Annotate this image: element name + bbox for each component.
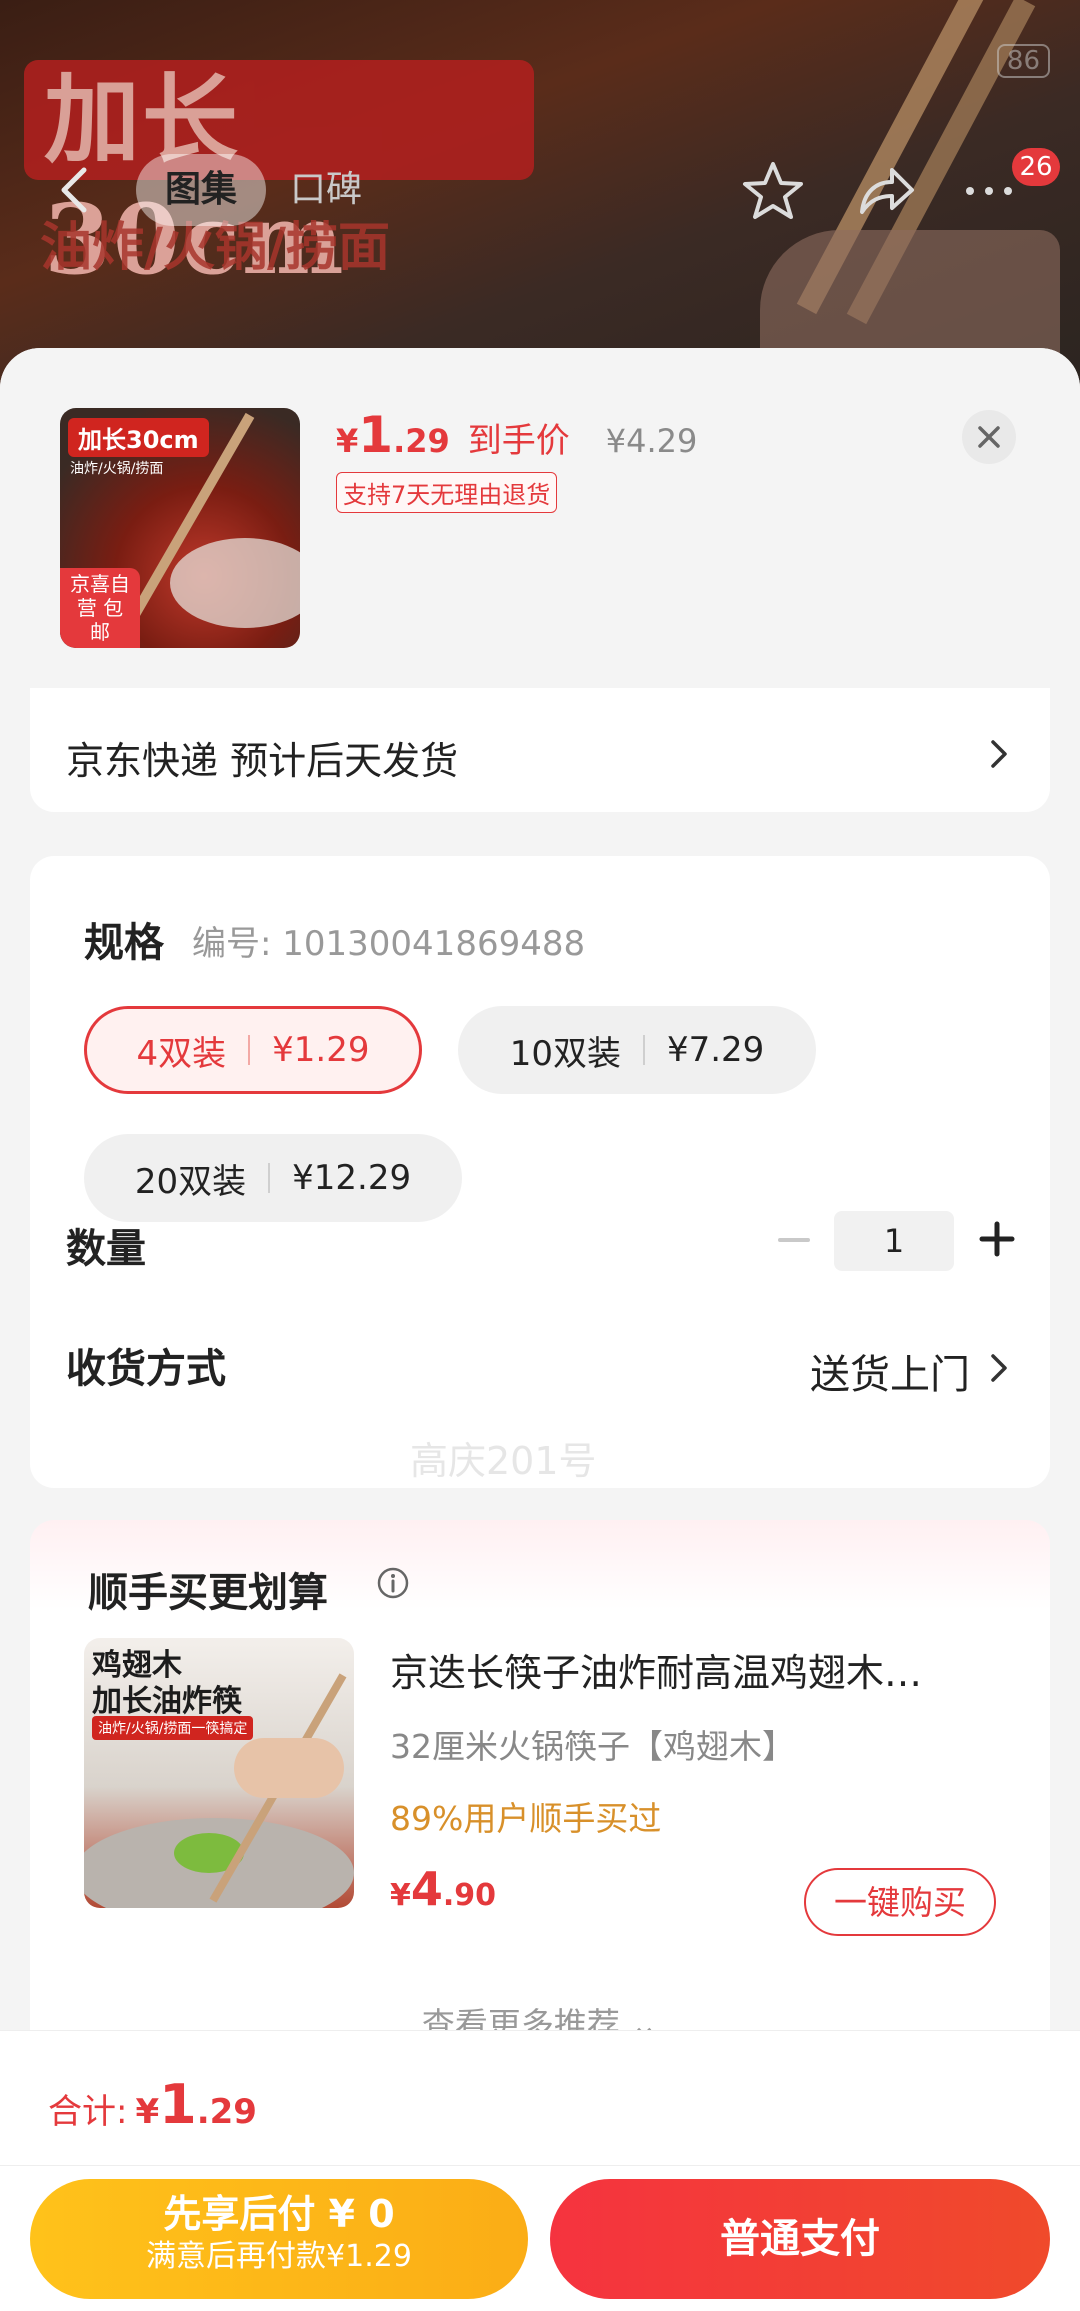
checkout-footer: 合计: ¥ 1 .29 先享后付 ¥ 0 满意后再付款¥1.29 普通支付: [0, 2030, 1080, 2311]
hand-decor: [234, 1738, 344, 1798]
one-click-buy-button[interactable]: 一键购买: [804, 1868, 996, 1936]
tab-gallery[interactable]: 图集: [136, 154, 266, 226]
quantity-increase-button[interactable]: [978, 1220, 1016, 1258]
delivery-method-value[interactable]: 送货上门: [810, 1342, 970, 1400]
price-row: ¥1.29 到手价 ¥4.29: [336, 406, 697, 464]
chevron-right-icon[interactable]: [988, 1350, 1010, 1386]
shipping-card[interactable]: 京东快递 预计后天发货: [30, 668, 1050, 812]
recommendation-purchase-rate: 89%用户顺手买过: [390, 1799, 662, 1838]
purchase-sheet: 加长30cm 油炸/火锅/捞面 京喜自营 包邮 ¥1.29 到手价 ¥4.29 …: [0, 348, 1080, 2310]
status-bar: 86: [996, 44, 1050, 78]
recommendation-image[interactable]: 鸡翅木 加长油炸筷 油炸/火锅/捞面一筷搞定: [84, 1638, 354, 1908]
final-price-label: 到手价: [467, 421, 570, 461]
chevron-right-icon: [991, 740, 1007, 768]
quantity-label: 数量: [66, 1226, 146, 1272]
spec-option-20[interactable]: 20双装 ¥12.29: [84, 1134, 462, 1222]
thumb-title: 加长30cm: [68, 418, 209, 457]
delivery-method-label: 收货方式: [66, 1346, 226, 1392]
share-icon[interactable]: [852, 158, 918, 224]
sheet-header: 加长30cm 油炸/火锅/捞面 京喜自营 包邮 ¥1.29 到手价 ¥4.29 …: [0, 348, 1080, 688]
recommendation-image-tag: 油炸/火锅/捞面一筷搞定: [92, 1716, 254, 1740]
recommendation-price: ¥4.90: [390, 1862, 497, 1916]
normal-pay-button[interactable]: 普通支付: [550, 2179, 1050, 2299]
divider: [268, 1163, 271, 1193]
recommendation-title: 顺手买更划算: [88, 1570, 328, 1616]
recommendation-spec: 32厘米火锅筷子【鸡翅木】: [390, 1727, 795, 1766]
shipping-info: 京东快递 预计后天发货: [66, 739, 459, 783]
recommendation-card: 顺手买更划算 鸡翅木 加长油炸筷 油炸/火锅/捞面一筷搞定 京迭长筷子油炸耐高温…: [30, 1520, 1050, 2080]
recommendation-name[interactable]: 京迭长筷子油炸耐高温鸡翅木…: [390, 1642, 1010, 1697]
battery-level: 86: [996, 44, 1050, 78]
divider: [0, 2165, 1080, 2166]
spec-code: 编号: 10130041869488: [192, 924, 586, 964]
pay-later-button[interactable]: 先享后付 ¥ 0 满意后再付款¥1.29: [30, 2179, 528, 2299]
original-price: ¥4.29: [605, 422, 698, 460]
tab-reviews[interactable]: 口碑: [290, 154, 362, 226]
quantity-input[interactable]: 1: [834, 1211, 954, 1271]
return-policy-tag: 支持7天无理由退货: [336, 472, 558, 513]
close-button[interactable]: [962, 410, 1016, 464]
top-navigation: 图集 口碑 26: [0, 140, 1080, 240]
product-thumbnail: 加长30cm 油炸/火锅/捞面 京喜自营 包邮: [60, 408, 300, 648]
info-icon[interactable]: [376, 1566, 410, 1600]
spec-title: 规格: [84, 920, 164, 966]
thumb-subtitle: 油炸/火锅/捞面: [70, 461, 164, 477]
quantity-decrease-button[interactable]: [778, 1238, 810, 1242]
spec-option-4[interactable]: 4双装 ¥1.29: [84, 1006, 422, 1094]
spec-card: 规格 编号: 10130041869488 4双装 ¥1.29 10双装 ¥7.29…: [30, 856, 1050, 1488]
thumb-tag: 京喜自营 包邮: [60, 568, 140, 648]
cart-count-badge: 26: [1012, 148, 1060, 186]
star-icon[interactable]: [740, 158, 806, 224]
watermark: 高庆201号: [410, 1439, 597, 1483]
thumb-bowl: [170, 538, 300, 628]
recommendation-image-text: 鸡翅木 加长油炸筷: [92, 1648, 242, 1719]
close-icon: [978, 426, 1000, 448]
spec-option-10[interactable]: 10双装 ¥7.29: [458, 1006, 816, 1094]
divider: [248, 1035, 251, 1065]
final-price: ¥1.29: [336, 406, 450, 464]
total-amount: 合计: ¥ 1 .29: [48, 2073, 257, 2136]
divider: [642, 1035, 645, 1065]
back-icon[interactable]: [48, 162, 104, 218]
